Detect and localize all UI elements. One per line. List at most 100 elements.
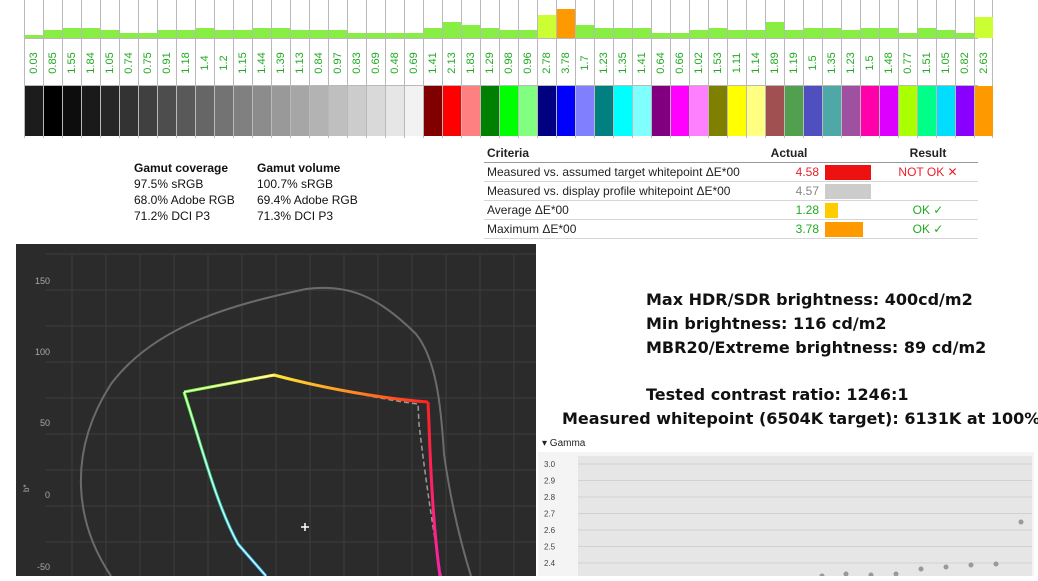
gamma-title[interactable]: ▾ Gamma: [542, 438, 585, 449]
delta-e-bar: [310, 30, 328, 38]
delta-e-value: 1.29: [484, 51, 496, 74]
criteria-label: Maximum ΔE*00: [484, 219, 756, 239]
gamma-y-tick: 2.5: [544, 543, 556, 552]
delta-e-bar: [462, 25, 480, 38]
color-swatch: [367, 86, 385, 136]
delta-e-bar: [937, 30, 955, 38]
delta-e-bar: [709, 27, 727, 38]
color-swatch: [899, 86, 917, 136]
strip-column: 0.66: [670, 0, 689, 138]
delta-e-bar: [272, 27, 290, 38]
delta-e-value: 2.63: [978, 51, 990, 74]
criteria-header: Criteria: [484, 144, 756, 163]
criteria-bar: [825, 164, 871, 180]
delta-e-value: 1.7: [579, 54, 591, 71]
color-swatch: [215, 86, 233, 136]
delta-e-value: 1.05: [940, 51, 952, 74]
gamut-volume-srgb: 100.7% sRGB: [257, 177, 334, 191]
color-swatch: [652, 86, 670, 136]
max-brightness-text: Max HDR/SDR brightness: 400cd/m2: [646, 290, 973, 309]
delta-e-bar: [386, 32, 404, 38]
strip-column: 1.35: [822, 0, 841, 138]
strip-column: 1.05: [936, 0, 955, 138]
delta-e-value: 0.69: [408, 51, 420, 74]
mbr-brightness-text: MBR20/Extreme brightness: 89 cd/m2: [646, 338, 987, 357]
delta-e-bar: [424, 27, 442, 38]
strip-column: 1.39: [271, 0, 290, 138]
color-swatch: [614, 86, 632, 136]
gamut-top-outline: [183, 374, 275, 393]
strip-column: 1.44: [252, 0, 271, 138]
gamut-coverage-adobe: 68.0% Adobe RGB: [134, 193, 235, 207]
delta-e-bar: [842, 30, 860, 38]
criteria-header-row: Criteria Actual Result: [484, 144, 978, 163]
min-brightness-text: Min brightness: 116 cd/m2: [646, 314, 887, 333]
strip-column: 1.48: [879, 0, 898, 138]
delta-e-bar: [291, 30, 309, 38]
strip-column: 1.5: [860, 0, 879, 138]
delta-e-value: 0.91: [161, 51, 173, 74]
delta-e-value: 1.41: [427, 51, 439, 74]
color-swatch: [576, 86, 594, 136]
color-swatch: [975, 86, 993, 136]
color-swatch: [386, 86, 404, 136]
strip-column: 1.2: [214, 0, 233, 138]
criteria-bar: [825, 202, 838, 218]
delta-e-bar: [557, 9, 575, 38]
color-swatch: [595, 86, 613, 136]
delta-e-value: 1.23: [598, 51, 610, 74]
delta-e-value: 0.64: [655, 51, 667, 74]
delta-e-bar: [101, 30, 119, 38]
delta-e-bar: [899, 32, 917, 38]
color-swatch: [177, 86, 195, 136]
strip-column: 1.18: [176, 0, 195, 138]
strip-column: 0.74: [119, 0, 138, 138]
gamut-coverage: Gamut coverage 97.5% sRGB 68.0% Adobe RG…: [134, 160, 235, 224]
gamut-coverage-title: Gamut coverage: [134, 161, 229, 175]
chart-y-label: b*: [22, 484, 31, 492]
color-swatch: [443, 86, 461, 136]
color-swatch: [519, 86, 537, 136]
color-swatch: [728, 86, 746, 136]
strip-column: 1.89: [765, 0, 784, 138]
delta-e-bar: [234, 30, 252, 38]
strip-column: 2.63: [974, 0, 993, 138]
strip-column: 1.29: [480, 0, 499, 138]
delta-e-value: 0.82: [959, 51, 971, 74]
delta-e-bar: [595, 27, 613, 38]
strip-column: 1.14: [746, 0, 765, 138]
delta-e-bar: [215, 30, 233, 38]
delta-e-value: 0.03: [28, 51, 40, 74]
delta-e-value: 1.48: [883, 51, 895, 74]
delta-e-bar: [63, 27, 81, 38]
delta-e-value: 0.66: [674, 51, 686, 74]
color-swatch: [956, 86, 974, 136]
color-swatch: [139, 86, 157, 136]
strip-column: 0.91: [157, 0, 176, 138]
color-swatch: [329, 86, 347, 136]
delta-e-bar: [671, 32, 689, 38]
strip-column: 1.13: [290, 0, 309, 138]
gamma-y-tick: 2.4: [544, 559, 556, 568]
delta-e-value: 0.84: [313, 51, 325, 74]
strip-column: 1.7: [575, 0, 594, 138]
color-swatch: [481, 86, 499, 136]
actual-header: Actual: [756, 144, 822, 163]
delta-e-bar: [329, 30, 347, 38]
delta-e-bar: [918, 27, 936, 38]
strip-column: 0.96: [518, 0, 537, 138]
criteria-bar: [825, 221, 863, 237]
color-swatch: [671, 86, 689, 136]
gamut-volume-dci: 71.3% DCI P3: [257, 209, 334, 223]
result-header: Result: [878, 144, 978, 163]
criteria-row: Average ΔE*00 1.28 OK ✓: [484, 200, 978, 220]
delta-e-value: 0.85: [47, 51, 59, 74]
delta-e-value: 1.2: [218, 54, 230, 71]
color-swatch: [690, 86, 708, 136]
color-swatch: [272, 86, 290, 136]
criteria-result: [878, 181, 978, 201]
strip-column: 1.51: [917, 0, 936, 138]
criteria-label: Measured vs. assumed target whitepoint Δ…: [484, 162, 756, 182]
delta-e-bar: [139, 32, 157, 38]
delta-e-bar: [633, 27, 651, 38]
